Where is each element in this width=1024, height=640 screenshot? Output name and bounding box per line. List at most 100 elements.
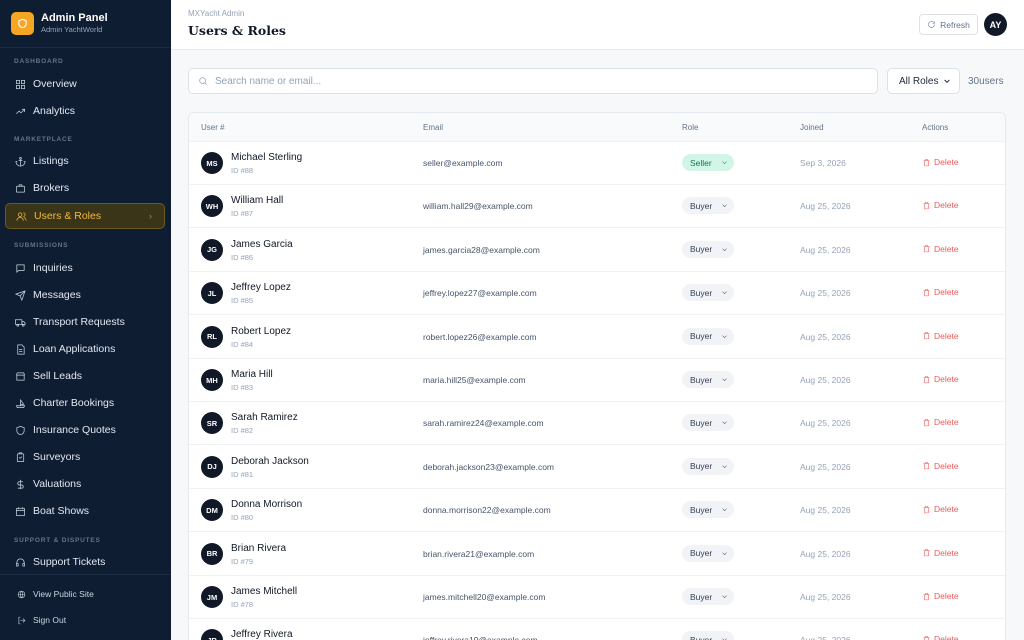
joined-date: Aug 25, 2026 [800, 592, 851, 602]
role-value: Buyer [690, 200, 713, 211]
logout-icon [18, 616, 26, 624]
delete-button[interactable]: Delete [922, 200, 959, 210]
chevron-down-icon [722, 248, 727, 251]
role-select[interactable]: Buyer [682, 501, 734, 519]
dollar-icon [17, 479, 24, 489]
user-email: maria.hill25@example.com [423, 375, 526, 385]
sidebar-item-listings[interactable]: Listings [5, 148, 165, 174]
delete-button[interactable]: Delete [922, 374, 959, 384]
role-select[interactable]: Buyer [682, 457, 734, 475]
role-select[interactable]: Buyer [682, 371, 734, 388]
avatar: DJ [201, 455, 223, 478]
sidebar-item-valuations[interactable]: Valuations [5, 471, 165, 497]
sidebar-item-transport-requests[interactable]: Transport Requests [5, 309, 165, 335]
delete-button[interactable]: Delete [922, 634, 959, 640]
sidebar-item-loan-applications[interactable]: Loan Applications [5, 336, 165, 362]
sidebar-item-label: Brokers [33, 182, 70, 194]
delete-label: Delete [934, 374, 959, 384]
table-row: JM James Mitchell ID #78 james.mitchell20@e… [189, 576, 1005, 619]
role-select[interactable]: Buyer [682, 631, 734, 640]
chevron-down-icon [722, 204, 727, 208]
delete-button[interactable]: Delete [922, 591, 959, 601]
delete-button[interactable]: Delete [922, 548, 959, 558]
delete-button[interactable]: Delete [922, 461, 959, 471]
role-select[interactable]: Buyer [682, 327, 734, 345]
search-box[interactable] [188, 68, 878, 94]
user-id: ID #83 [231, 383, 254, 392]
refresh-button[interactable]: Refresh [919, 14, 978, 35]
search-input[interactable] [215, 75, 855, 87]
avatar: BR [201, 542, 223, 565]
sidebar-item-charter-bookings[interactable]: Charter Bookings [5, 390, 165, 416]
section-label-support: SUPPORT & DISPUTES [14, 537, 101, 544]
role-filter-select[interactable]: All Roles [887, 68, 960, 94]
brand[interactable]: Admin Panel Admin YachtWorld [0, 0, 171, 48]
role-select[interactable]: Buyer [682, 240, 734, 258]
sidebar-item-boat-shows[interactable]: Boat Shows [5, 498, 165, 524]
role-select[interactable]: Seller [682, 154, 734, 171]
user-name: Jeffrey Lopez [231, 282, 291, 294]
delete-button[interactable]: Delete [922, 417, 959, 427]
user-name: Michael Sterling [231, 152, 303, 163]
sign-out-link[interactable]: Sign Out [17, 615, 66, 625]
breadcrumb[interactable]: MXYacht Admin [188, 9, 244, 18]
chevron-down-icon [722, 161, 727, 165]
store-icon [16, 371, 25, 381]
sidebar-item-sell-leads[interactable]: Sell Leads [5, 363, 165, 389]
delete-button[interactable]: Delete [922, 504, 959, 514]
joined-date: Aug 25, 2026 [800, 505, 851, 516]
table-row: RL Robert Lopez ID #84 robert.lopez26@examp… [189, 316, 1005, 359]
sidebar-item-brokers[interactable]: Brokers [5, 175, 165, 201]
role-value: Buyer [690, 331, 713, 342]
delete-button[interactable]: Delete [922, 287, 959, 297]
user-email: jeffrey.rivera19@example.com [423, 635, 538, 640]
delete-button[interactable]: Delete [922, 244, 959, 254]
role-value: Buyer [690, 417, 713, 428]
page-title: Users & Roles [188, 23, 286, 38]
user-id: ID #80 [231, 513, 254, 523]
users-icon [16, 211, 27, 221]
chat-icon [16, 263, 25, 273]
role-value: Seller [690, 157, 712, 168]
trash-icon [923, 592, 930, 600]
delete-button[interactable]: Delete [922, 157, 959, 167]
user-name: Maria Hill [231, 369, 273, 380]
chevron-down-icon [722, 638, 727, 640]
anchor-icon [15, 156, 26, 166]
role-select[interactable]: Buyer [682, 588, 734, 605]
sidebar-item-analytics[interactable]: Analytics [5, 98, 165, 124]
user-email: robert.lopez26@example.com [423, 331, 537, 342]
role-select[interactable]: Buyer [682, 284, 734, 302]
sidebar-item-surveyors[interactable]: Surveyors [5, 444, 165, 470]
sidebar-item-inquiries[interactable]: Inquiries [5, 255, 165, 281]
user-id: ID #79 [231, 556, 254, 566]
trash-icon [923, 158, 930, 166]
user-id: ID #84 [231, 339, 254, 349]
avatar: JM [201, 586, 223, 608]
trash-icon [923, 419, 930, 427]
role-select[interactable]: Buyer [682, 197, 734, 215]
view-public-site-link[interactable]: View Public Site [17, 589, 94, 599]
delete-button[interactable]: Delete [922, 331, 959, 341]
table-row: SR Sarah Ramirez ID #82 sarah.ramirez24@exa… [189, 402, 1005, 446]
trash-icon [923, 375, 930, 383]
document-icon [17, 344, 25, 354]
sidebar-item-overview[interactable]: Overview [5, 71, 165, 97]
user-email: james.garcia28@example.com [423, 244, 540, 255]
table-row: DM Donna Morrison ID #80 donna.morrison22@e… [189, 489, 1005, 533]
sidebar-item-insurance-quotes[interactable]: Insurance Quotes [5, 417, 165, 443]
sidebar-item-support-tickets[interactable]: Support Tickets [5, 549, 165, 575]
sidebar-item-messages[interactable]: Messages [5, 282, 165, 308]
role-select[interactable]: Buyer [682, 414, 734, 432]
sidebar-item-users-roles[interactable]: Users & Roles › [5, 203, 165, 229]
avatar[interactable]: AY [984, 13, 1007, 36]
role-select[interactable]: Buyer [682, 544, 734, 562]
user-id: ID #86 [231, 252, 254, 262]
user-id: ID #81 [231, 469, 254, 479]
role-value: Buyer [690, 461, 713, 472]
user-name: Donna Morrison [231, 499, 303, 511]
truck-icon [15, 318, 26, 327]
avatar: MS [201, 152, 223, 174]
send-icon [15, 289, 26, 301]
user-email: deborah.jackson23@example.com [423, 461, 555, 472]
